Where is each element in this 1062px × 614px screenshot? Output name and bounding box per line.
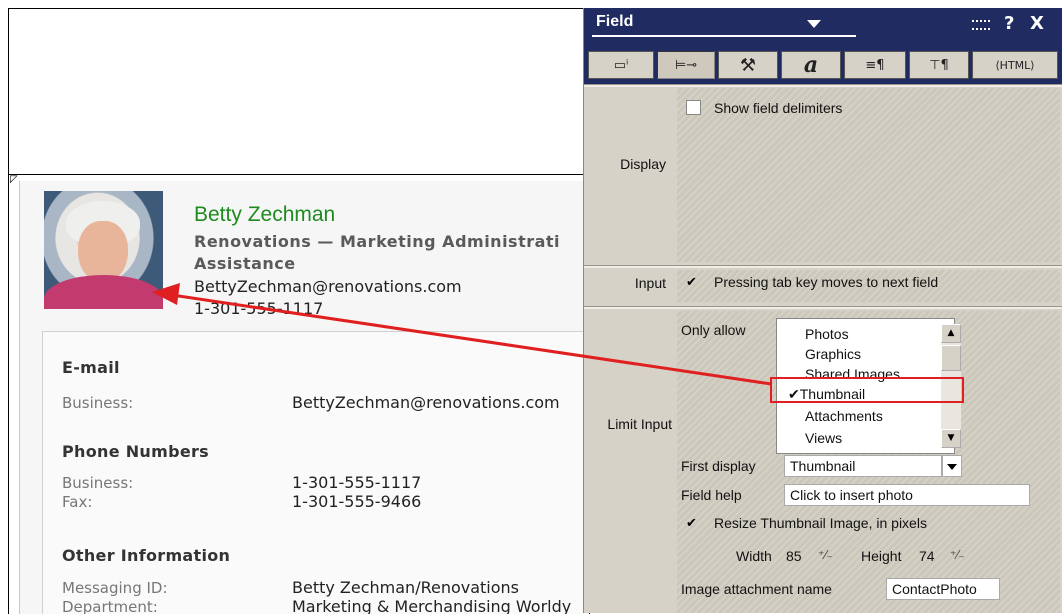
scroll-up-icon[interactable]: ▲ bbox=[941, 324, 961, 343]
paragraph-tab-icon: ≡¶ bbox=[865, 57, 885, 73]
resize-thumbnail-label: Resize Thumbnail Image, in pixels bbox=[714, 515, 927, 531]
display-section-label: Display bbox=[620, 156, 666, 172]
height-stepper-icon[interactable]: ⁺⁄₋ bbox=[950, 548, 965, 562]
field-properties-box: Field ? X ▭ⁱ ⊨⊸ ⚒ a ≡¶ ⊤¶ ⟨HTML⟩ Display… bbox=[583, 8, 1062, 613]
thumbnail-highlight-box bbox=[770, 377, 964, 403]
corner-marker: ◸ bbox=[10, 174, 18, 185]
phone-fax-value: 1-301-555-9466 bbox=[292, 492, 422, 511]
field-help-input[interactable]: Click to insert photo bbox=[784, 484, 1030, 506]
email-business-label: Business: bbox=[62, 394, 134, 412]
first-display-label: First display bbox=[681, 458, 756, 474]
tab-advanced[interactable]: ⚒ bbox=[718, 51, 778, 79]
first-display-dropdown[interactable] bbox=[942, 455, 962, 477]
contact-title: Renovations — Marketing Administrati Ass… bbox=[194, 231, 589, 275]
section-separator bbox=[584, 306, 1062, 309]
properties-titlebar: Field ? X bbox=[584, 8, 1062, 48]
email-business-value[interactable]: BettyZechman@renovations.com bbox=[292, 393, 560, 412]
tab-key-label: Pressing tab key moves to next field bbox=[714, 274, 939, 290]
tab-font[interactable]: a bbox=[781, 51, 841, 79]
phone-fax-label: Fax: bbox=[62, 493, 93, 511]
list-item-attachments[interactable]: Attachments bbox=[805, 409, 883, 423]
section-separator bbox=[584, 265, 1062, 268]
phone-section-heading: Phone Numbers bbox=[62, 442, 209, 461]
field-help-label: Field help bbox=[681, 487, 742, 503]
title-underline bbox=[592, 35, 856, 37]
tab-info[interactable]: ▭ⁱ bbox=[588, 51, 654, 79]
tab-key-checkbox[interactable]: ✔ bbox=[684, 276, 699, 291]
tab-hide-when[interactable]: ⊤¶ bbox=[909, 51, 969, 79]
tab-control[interactable]: ⊨⊸ bbox=[657, 51, 715, 79]
email-section-heading: E-mail bbox=[62, 358, 120, 377]
limit-input-section-label: Limit Input bbox=[607, 416, 672, 432]
phone-business-label: Business: bbox=[62, 474, 134, 492]
extra-tab-icon: ⚒ bbox=[739, 54, 757, 76]
menu-dots-icon[interactable] bbox=[972, 20, 990, 30]
contact-phone: 1-301-555-1117 bbox=[194, 299, 324, 318]
tab-html[interactable]: ⟨HTML⟩ bbox=[972, 51, 1058, 79]
section-separator bbox=[584, 84, 1062, 87]
contact-email[interactable]: BettyZechman@renovations.com bbox=[194, 277, 462, 296]
list-item-views[interactable]: Views bbox=[805, 431, 842, 445]
divider bbox=[9, 174, 589, 175]
tab-paragraph[interactable]: ≡¶ bbox=[844, 51, 906, 79]
html-tab-icon: ⟨HTML⟩ bbox=[995, 58, 1035, 72]
only-allow-label: Only allow bbox=[681, 322, 746, 338]
image-attachment-input[interactable]: ContactPhoto bbox=[886, 578, 1000, 600]
document-window: ◸ Betty Zechman Renovations — Marketing … bbox=[8, 8, 590, 614]
messaging-id-label: Messaging ID: bbox=[62, 579, 168, 597]
height-label: Height bbox=[861, 548, 902, 564]
properties-tab-bar: ▭ⁱ ⊨⊸ ⚒ a ≡¶ ⊤¶ ⟨HTML⟩ bbox=[584, 48, 1062, 84]
input-section-label: Input bbox=[634, 275, 666, 291]
control-tab-icon: ⊨⊸ bbox=[674, 57, 698, 73]
list-item-photos[interactable]: Photos bbox=[805, 327, 849, 341]
department-label: Department: bbox=[62, 598, 158, 614]
info-tab-icon: ▭ⁱ bbox=[613, 57, 629, 73]
close-icon[interactable]: X bbox=[1030, 13, 1044, 34]
scroll-thumb[interactable] bbox=[941, 345, 961, 371]
hide-tab-icon: ⊤¶ bbox=[929, 57, 949, 73]
first-display-select[interactable]: Thumbnail bbox=[784, 455, 942, 477]
help-icon[interactable]: ? bbox=[1004, 13, 1014, 34]
width-stepper-icon[interactable]: ⁺⁄₋ bbox=[818, 548, 833, 562]
contact-card: Betty Zechman Renovations — Marketing Ad… bbox=[19, 181, 589, 614]
list-item-graphics[interactable]: Graphics bbox=[805, 347, 861, 361]
properties-title: Field bbox=[596, 13, 634, 30]
resize-thumbnail-checkbox[interactable]: ✔ bbox=[684, 517, 699, 532]
phone-business-value: 1-301-555-1117 bbox=[292, 473, 422, 492]
height-value[interactable]: 74 bbox=[919, 548, 935, 564]
other-section-heading: Other Information bbox=[62, 546, 231, 565]
photo-face bbox=[78, 221, 128, 283]
photo-shirt bbox=[44, 275, 163, 309]
contact-title-line2: Assistance bbox=[194, 254, 296, 273]
chevron-down-icon[interactable] bbox=[807, 20, 821, 28]
chevron-down-icon bbox=[947, 464, 957, 470]
contact-photo[interactable] bbox=[44, 191, 163, 309]
show-delimiters-label: Show field delimiters bbox=[714, 100, 843, 116]
messaging-id-value: Betty Zechman/Renovations bbox=[292, 578, 520, 597]
width-label: Width bbox=[736, 548, 772, 564]
contact-name: Betty Zechman bbox=[194, 203, 336, 226]
width-value[interactable]: 85 bbox=[786, 548, 802, 564]
contact-title-line1: Renovations — Marketing Administrati bbox=[194, 232, 561, 251]
font-tab-icon: a bbox=[803, 52, 819, 78]
image-attachment-label: Image attachment name bbox=[681, 581, 832, 597]
scroll-down-icon[interactable]: ▼ bbox=[941, 429, 961, 448]
details-panel: E-mail Business: BettyZechman@renovation… bbox=[42, 331, 589, 614]
show-delimiters-checkbox[interactable] bbox=[686, 100, 701, 115]
department-value: Marketing & Merchandising Worldy bbox=[292, 597, 572, 614]
